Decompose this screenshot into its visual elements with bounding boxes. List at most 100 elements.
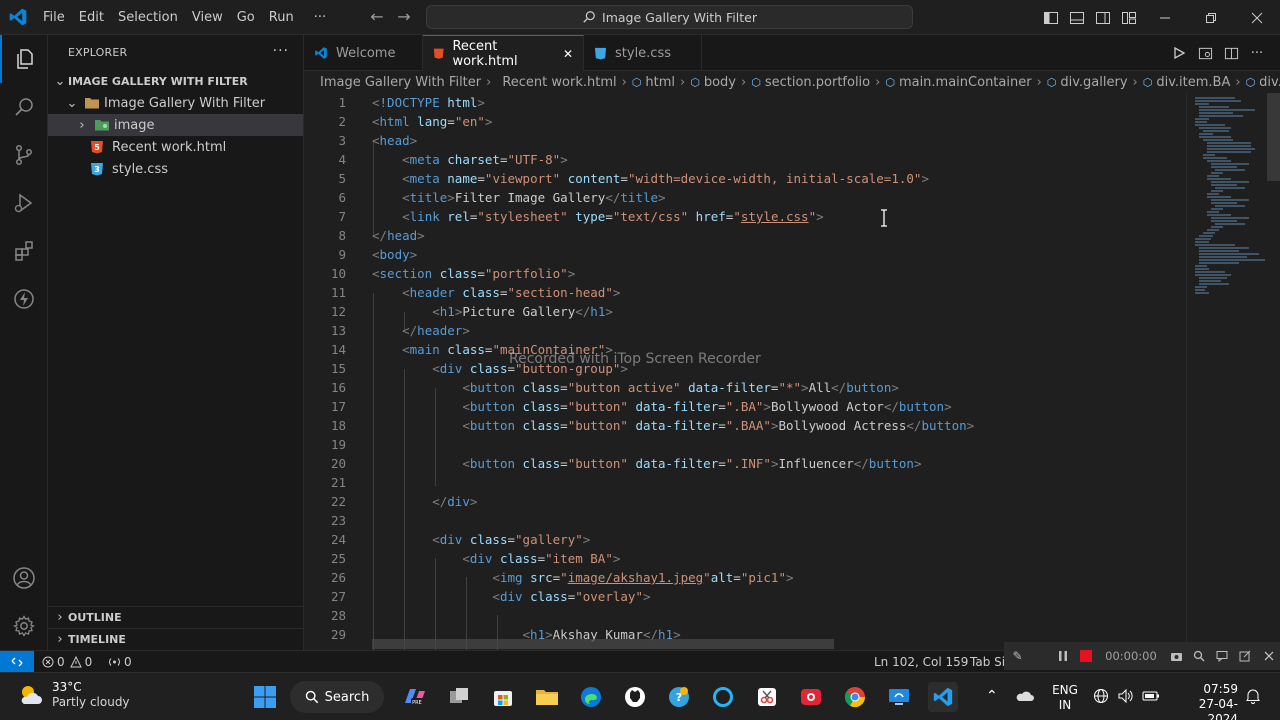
edge-browser-icon[interactable] xyxy=(576,682,606,712)
folder-root[interactable]: ⌄ Image Gallery With Filter xyxy=(48,92,303,114)
menu-go[interactable]: Go xyxy=(230,10,262,25)
file-explorer-icon[interactable] xyxy=(532,682,562,712)
timeline-section[interactable]: › TIMELINE xyxy=(48,628,303,650)
task-view-icon[interactable] xyxy=(444,682,474,712)
breadcrumb-item[interactable]: Image Gallery With Filter xyxy=(320,75,481,90)
tab-recent-work-html[interactable]: Recent work.html ✕ xyxy=(423,35,584,71)
minimize-icon[interactable] xyxy=(1142,0,1188,35)
workspace-section[interactable]: ⌄ IMAGE GALLERY WITH FILTER xyxy=(48,70,303,92)
minimap-line xyxy=(1215,205,1245,207)
text-cursor-icon xyxy=(881,209,887,227)
menu-file[interactable]: File xyxy=(36,10,72,25)
breadcrumb-item[interactable]: section.portfolio xyxy=(765,75,870,90)
cortana-icon[interactable] xyxy=(708,682,738,712)
ports-indicator[interactable]: 0 xyxy=(108,651,132,672)
language-indicator[interactable]: ENG IN xyxy=(1050,683,1080,713)
menu-more[interactable]: ··· xyxy=(307,10,333,25)
screen-recorder-widget: ✎ 00:00:00 xyxy=(1004,642,1280,670)
weather-widget[interactable]: 33°C Partly cloudy xyxy=(16,680,130,710)
explorer-icon[interactable] xyxy=(0,35,48,83)
manage-gear-icon[interactable] xyxy=(0,602,48,650)
command-center-label: Image Gallery With Filter xyxy=(602,9,757,25)
pause-icon[interactable] xyxy=(1051,644,1074,668)
toggle-primary-sidebar-icon[interactable] xyxy=(1038,0,1064,35)
explorer-more-button[interactable]: ··· xyxy=(273,43,289,59)
command-center[interactable]: Image Gallery With Filter xyxy=(426,5,913,29)
problems-indicator[interactable]: 0 0 xyxy=(42,651,92,672)
microsoft-store-icon[interactable] xyxy=(488,682,518,712)
restore-icon[interactable] xyxy=(1188,0,1234,35)
menu-edit[interactable]: Edit xyxy=(72,10,111,25)
snipping-tool-icon[interactable] xyxy=(752,682,782,712)
tree-item-recent-work-html[interactable]: 5 Recent work.html xyxy=(48,136,303,158)
lang-bottom: IN xyxy=(1058,698,1072,712)
remote-window-icon[interactable] xyxy=(0,651,34,672)
breadcrumb-item[interactable]: Recent work.html xyxy=(502,75,616,90)
tree-item-image[interactable]: › image xyxy=(48,114,303,136)
notification-icon[interactable] xyxy=(1245,688,1261,708)
tab-style-css[interactable]: style.css xyxy=(584,35,702,71)
breadcrumb-item[interactable]: div.gallery xyxy=(1060,75,1127,90)
breadcrumb-item[interactable]: body xyxy=(704,75,736,90)
zoom-icon[interactable] xyxy=(1188,644,1211,668)
start-button-icon[interactable] xyxy=(250,682,280,712)
taskbar-search[interactable]: Search xyxy=(290,681,384,713)
tab-welcome[interactable]: Welcome xyxy=(304,35,423,71)
clock[interactable]: 07:59 27-04-2024 xyxy=(1170,682,1238,720)
thunder-client-icon[interactable] xyxy=(0,275,48,323)
github-icon[interactable] xyxy=(620,682,650,712)
breadcrumb-item[interactable]: main.mainContainer xyxy=(899,75,1032,90)
split-editor-icon[interactable] xyxy=(1218,35,1244,71)
pen-icon[interactable]: ✎ xyxy=(1006,644,1029,668)
cursor-position[interactable]: Ln 102, Col 159 xyxy=(874,651,968,672)
onedrive-icon[interactable] xyxy=(1015,688,1035,708)
edit-icon[interactable] xyxy=(1234,644,1257,668)
toggle-panel-icon[interactable] xyxy=(1064,0,1090,35)
vertical-scrollbar[interactable] xyxy=(1267,93,1280,181)
copilot-icon[interactable]: PRE xyxy=(400,682,430,712)
close-tab-icon[interactable]: ✕ xyxy=(563,47,573,61)
accounts-icon[interactable] xyxy=(0,554,48,602)
comment-icon[interactable] xyxy=(1211,644,1234,668)
line-number: 7 xyxy=(338,209,346,224)
code-line: </header> xyxy=(402,323,470,338)
more-actions-icon[interactable]: ··· xyxy=(1244,35,1270,71)
vscode-taskbar-icon[interactable] xyxy=(928,682,958,712)
customize-layout-icon[interactable] xyxy=(1116,0,1142,35)
extensions-icon[interactable] xyxy=(0,227,48,275)
run-file-icon[interactable] xyxy=(1166,35,1192,71)
toggle-secondary-sidebar-icon[interactable] xyxy=(1090,0,1116,35)
search-view-icon[interactable] xyxy=(0,83,48,131)
battery-icon[interactable] xyxy=(1142,689,1160,707)
back-arrow-icon[interactable]: ← xyxy=(368,8,386,26)
outline-section[interactable]: › OUTLINE xyxy=(48,606,303,628)
network-globe-icon[interactable] xyxy=(1093,688,1109,708)
close-recorder-icon[interactable] xyxy=(1257,644,1280,668)
show-hidden-icons[interactable]: ⌃ xyxy=(986,689,998,704)
chrome-icon[interactable] xyxy=(840,682,870,712)
breadcrumb-item[interactable]: html xyxy=(645,75,675,90)
breadcrumb-item[interactable]: div.overla xyxy=(1259,75,1280,90)
forward-arrow-icon[interactable]: → xyxy=(395,8,413,26)
code-line: <html lang="en"> xyxy=(372,114,493,129)
camera-icon[interactable] xyxy=(1165,644,1188,668)
menu-run[interactable]: Run xyxy=(262,10,301,25)
open-preview-icon[interactable] xyxy=(1192,35,1218,71)
horizontal-scrollbar[interactable] xyxy=(372,639,834,649)
minimap-line xyxy=(1203,154,1215,156)
volume-icon[interactable] xyxy=(1117,688,1134,708)
minimap[interactable] xyxy=(1186,93,1280,650)
tree-item-style-css[interactable]: 3 style.css xyxy=(48,158,303,180)
tab-label: Welcome xyxy=(336,45,396,61)
source-control-icon[interactable] xyxy=(0,131,48,179)
menu-view[interactable]: View xyxy=(185,10,230,25)
stop-record-icon[interactable] xyxy=(1074,644,1097,668)
code-editor[interactable]: 1 2 3 4 5 6 7 8 9 10 11 12 13 14 15 16 1… xyxy=(304,93,1186,650)
breadcrumb-item[interactable]: div.item.BA xyxy=(1156,75,1230,90)
menu-selection[interactable]: Selection xyxy=(111,10,185,25)
remote-desktop-icon[interactable] xyxy=(884,682,914,712)
screen-recorder-icon[interactable] xyxy=(796,682,826,712)
tips-icon[interactable]: ? xyxy=(664,682,694,712)
run-debug-icon[interactable] xyxy=(0,179,48,227)
close-window-icon[interactable] xyxy=(1234,0,1280,35)
